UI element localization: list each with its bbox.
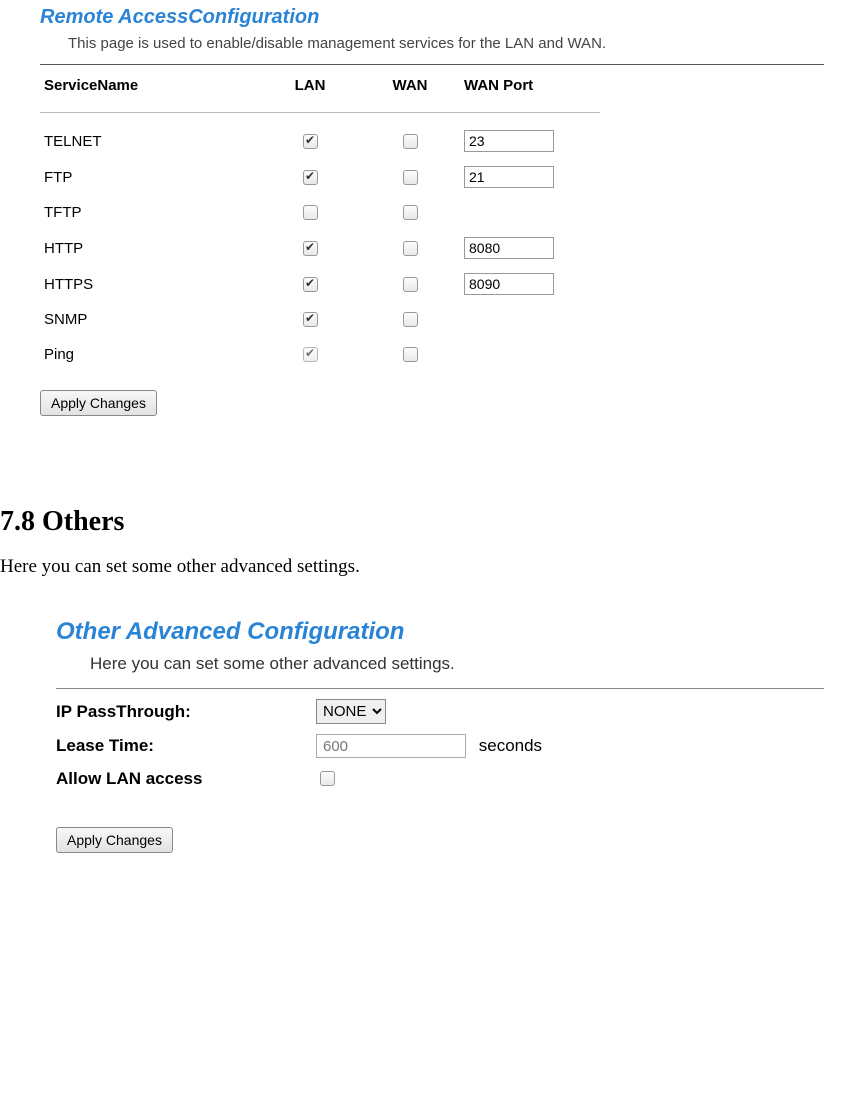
ip-passthrough-label: IP PassThrough:: [56, 702, 316, 722]
lan-checkbox[interactable]: [303, 205, 318, 220]
table-row: HTTP: [40, 230, 600, 266]
table-row: TFTP: [40, 195, 600, 230]
table-row: HTTPS: [40, 266, 600, 302]
table-row: TELNET: [40, 123, 600, 159]
lan-checkbox[interactable]: [303, 241, 318, 256]
lease-time-input[interactable]: [316, 734, 466, 758]
divider: [40, 64, 824, 65]
allow-lan-label: Allow LAN access: [56, 769, 316, 789]
other-desc: Here you can set some other advanced set…: [90, 654, 824, 674]
lan-checkbox[interactable]: [303, 277, 318, 292]
wan-checkbox[interactable]: [403, 134, 418, 149]
service-name: SNMP: [40, 302, 260, 337]
table-row: Ping: [40, 337, 600, 372]
wan-checkbox[interactable]: [403, 170, 418, 185]
apply-changes-button[interactable]: Apply Changes: [56, 827, 173, 853]
lease-time-row: Lease Time: seconds: [56, 734, 824, 758]
lan-checkbox[interactable]: [303, 134, 318, 149]
other-advanced-panel: Other Advanced Configuration Here you ca…: [0, 618, 864, 893]
col-service: ServiceName: [40, 71, 260, 106]
doc-text: Here you can set some other advanced set…: [0, 556, 860, 578]
wan-port-input[interactable]: [464, 130, 554, 152]
doc-section: 7.8 Others Here you can set some other a…: [0, 506, 864, 578]
wan-port-input[interactable]: [464, 273, 554, 295]
other-title: Other Advanced Configuration: [56, 618, 824, 646]
divider: [40, 112, 600, 113]
col-lan: LAN: [260, 71, 360, 106]
wan-checkbox[interactable]: [403, 347, 418, 362]
service-name: HTTPS: [40, 266, 260, 302]
wan-port-input[interactable]: [464, 237, 554, 259]
remote-desc: This page is used to enable/disable mana…: [68, 35, 824, 52]
lan-checkbox[interactable]: [303, 170, 318, 185]
doc-heading: 7.8 Others: [0, 506, 860, 538]
lan-checkbox: [303, 347, 318, 362]
allow-lan-checkbox[interactable]: [320, 771, 335, 786]
col-wan: WAN: [360, 71, 460, 106]
wan-checkbox[interactable]: [403, 277, 418, 292]
apply-changes-button[interactable]: Apply Changes: [40, 390, 157, 416]
services-table: ServiceName LAN WAN WAN Port TELNETFTPTF…: [40, 71, 600, 372]
service-name: FTP: [40, 159, 260, 195]
wan-checkbox[interactable]: [403, 312, 418, 327]
wan-checkbox[interactable]: [403, 205, 418, 220]
wan-port-input[interactable]: [464, 166, 554, 188]
service-name: TELNET: [40, 123, 260, 159]
table-row: FTP: [40, 159, 600, 195]
remote-title: Remote AccessConfiguration: [40, 6, 824, 29]
table-row: SNMP: [40, 302, 600, 337]
lease-time-unit: seconds: [479, 736, 542, 755]
divider: [56, 688, 824, 689]
remote-access-panel: Remote AccessConfiguration This page is …: [0, 6, 864, 416]
lan-checkbox[interactable]: [303, 312, 318, 327]
ip-passthrough-select[interactable]: NONE: [316, 699, 386, 724]
lease-time-label: Lease Time:: [56, 736, 316, 756]
service-name: HTTP: [40, 230, 260, 266]
allow-lan-row: Allow LAN access: [56, 768, 824, 789]
wan-checkbox[interactable]: [403, 241, 418, 256]
service-name: TFTP: [40, 195, 260, 230]
service-name: Ping: [40, 337, 260, 372]
ip-passthrough-row: IP PassThrough: NONE: [56, 699, 824, 724]
col-port: WAN Port: [460, 71, 600, 106]
